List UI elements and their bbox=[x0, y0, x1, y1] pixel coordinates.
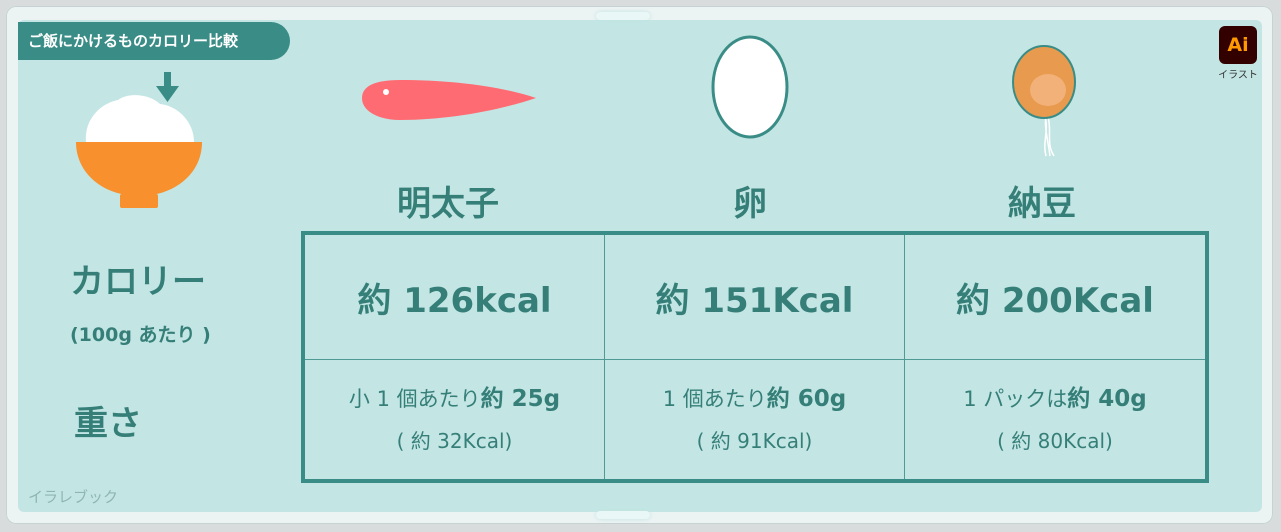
calories-value: 約 200Kcal bbox=[956, 280, 1154, 321]
natto-illustration bbox=[1012, 45, 1076, 157]
watermark: イラレブック bbox=[28, 488, 119, 506]
comparison-table: 約 126kcal 約 151Kcal 約 200Kcal 小 1 個あたり約 … bbox=[301, 231, 1209, 483]
table-cell-calories-mentaiko: 約 126kcal bbox=[305, 235, 605, 360]
weight-prefix: 1 個あたり bbox=[662, 386, 767, 411]
weight-prefix: 小 1 個あたり bbox=[348, 386, 481, 411]
calorie-note: (100g あたり ) bbox=[70, 324, 211, 346]
weight-calories: ( 約 32Kcal) bbox=[396, 429, 513, 454]
weight-line: 1 パックは約 40g ( 約 80Kcal) bbox=[963, 385, 1147, 455]
table-cell-weight-mentaiko: 小 1 個あたり約 25g ( 約 32Kcal) bbox=[305, 360, 605, 479]
calories-value: 約 126kcal bbox=[357, 280, 552, 321]
egg-illustration bbox=[711, 35, 789, 139]
top-decoration bbox=[596, 12, 650, 20]
food-name-mentaiko: 明太子 bbox=[397, 184, 499, 224]
page-title: ご飯にかけるものカロリー比較 bbox=[18, 22, 290, 60]
weight-value: 約 60g bbox=[766, 385, 847, 412]
food-name-egg: 卵 bbox=[733, 184, 767, 224]
weight-calories: ( 約 91Kcal) bbox=[696, 429, 813, 454]
rice-bowl-icon bbox=[76, 72, 202, 208]
illustrator-caption: イラスト bbox=[1218, 70, 1258, 81]
weight-line: 1 個あたり約 60g ( 約 91Kcal) bbox=[663, 385, 847, 455]
table-cell-weight-natto: 1 パックは約 40g ( 約 80Kcal) bbox=[905, 360, 1205, 479]
illustrator-badge: Ai イラスト bbox=[1218, 26, 1258, 81]
calories-value: 約 151Kcal bbox=[655, 280, 854, 321]
weight-label: 重さ bbox=[74, 404, 142, 444]
weight-value: 約 25g bbox=[480, 385, 561, 412]
bottom-decoration bbox=[596, 511, 650, 519]
table-cell-calories-egg: 約 151Kcal bbox=[605, 235, 905, 360]
mentaiko-illustration bbox=[362, 80, 536, 120]
table-cell-weight-egg: 1 個あたり約 60g ( 約 91Kcal) bbox=[605, 360, 905, 479]
weight-prefix: 1 パックは bbox=[963, 386, 1068, 411]
weight-line: 小 1 個あたり約 25g ( 約 32Kcal) bbox=[349, 385, 560, 455]
illustrator-icon: Ai bbox=[1219, 26, 1257, 64]
weight-value: 約 40g bbox=[1067, 385, 1147, 412]
calorie-label: カロリー bbox=[70, 262, 206, 302]
down-arrow-icon bbox=[156, 72, 179, 102]
table-cell-calories-natto: 約 200Kcal bbox=[905, 235, 1205, 360]
weight-calories: ( 約 80Kcal) bbox=[997, 429, 1113, 454]
food-name-natto: 納豆 bbox=[1008, 184, 1076, 224]
